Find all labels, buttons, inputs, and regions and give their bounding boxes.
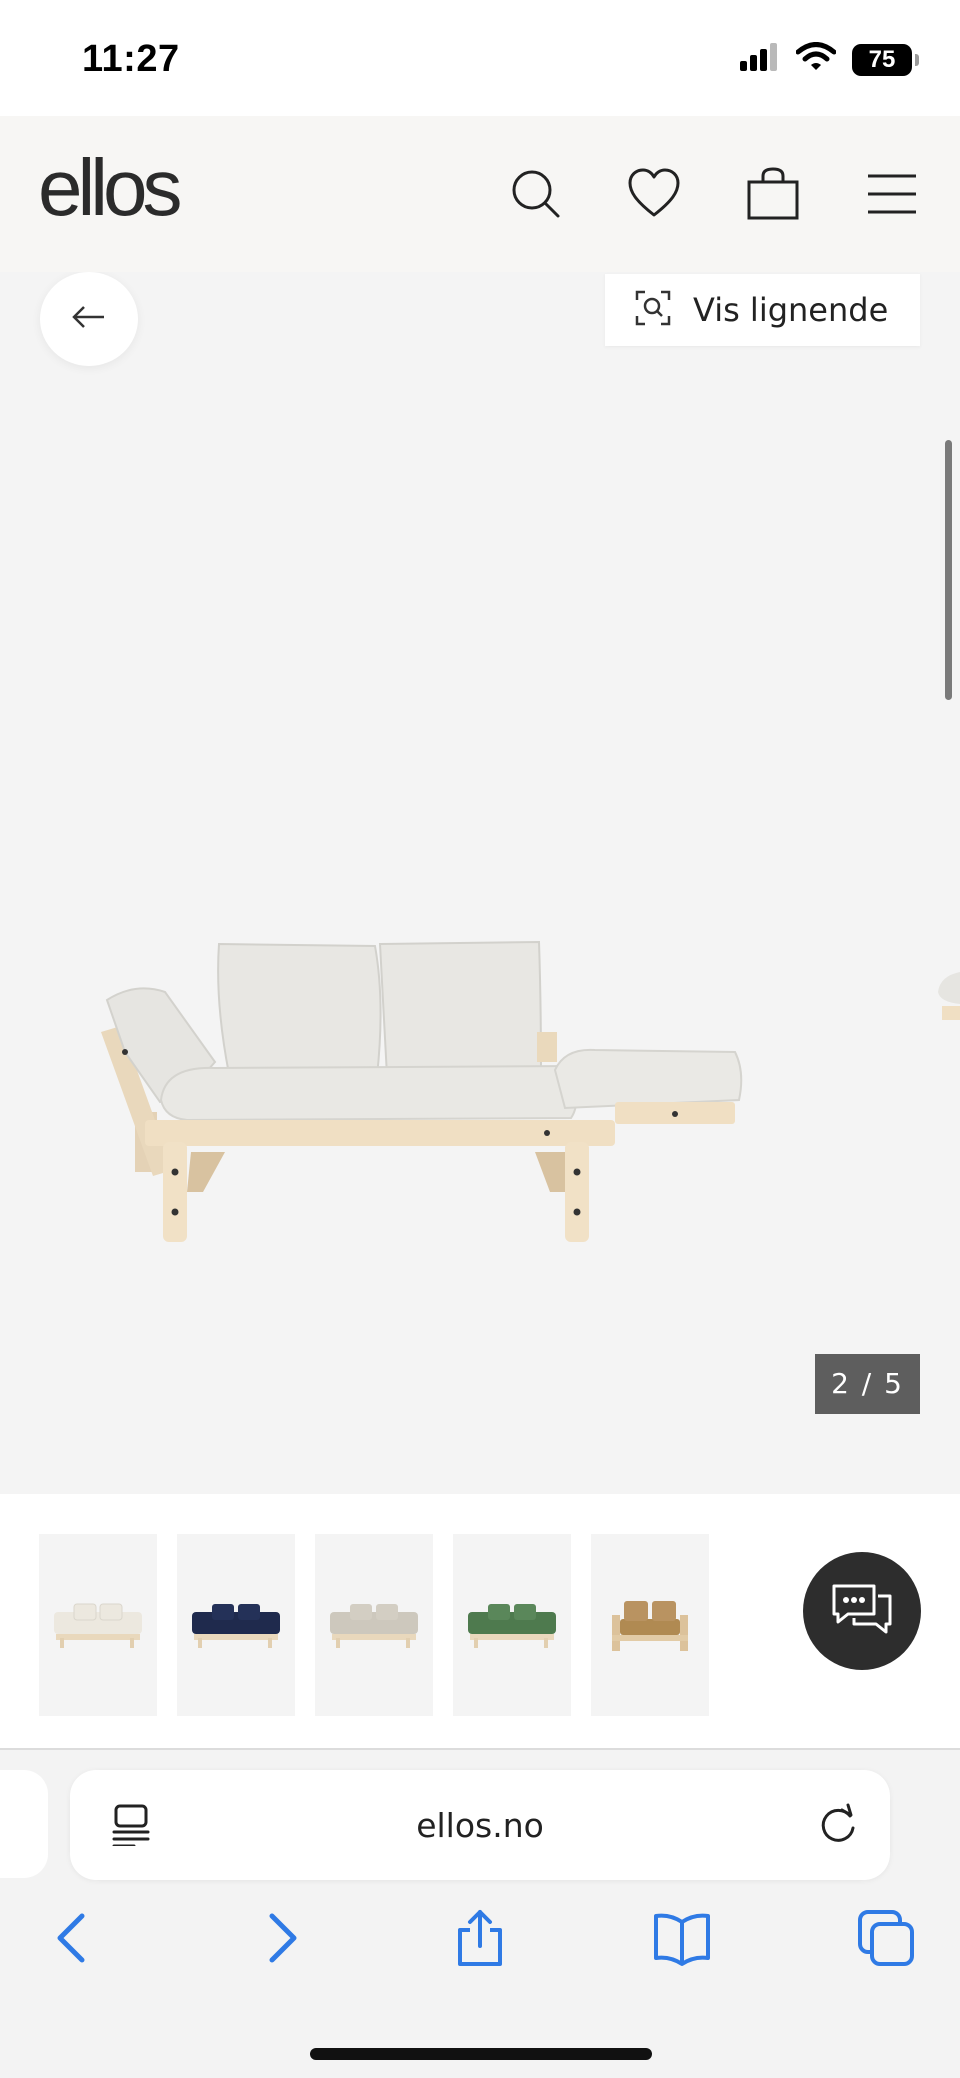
- page-scrollbar[interactable]: [945, 440, 952, 700]
- battery-icon: 75: [852, 43, 919, 76]
- reload-icon[interactable]: [816, 1802, 860, 1851]
- visual-search-icon: [635, 290, 671, 331]
- chat-button[interactable]: [803, 1552, 921, 1670]
- thumbnail-green[interactable]: [453, 1534, 571, 1716]
- status-bar: 11:27 75: [0, 0, 960, 116]
- bookmarks-icon[interactable]: [652, 1908, 712, 1968]
- wifi-icon: [795, 42, 837, 77]
- shopping-bag-icon[interactable]: [745, 166, 801, 222]
- back-arrow-icon: [72, 305, 106, 334]
- ellos-logo[interactable]: ellos: [38, 148, 183, 228]
- show-similar-button[interactable]: Vis lignende: [605, 274, 920, 346]
- share-icon[interactable]: [450, 1908, 510, 1968]
- search-icon[interactable]: [508, 166, 564, 222]
- product-gallery[interactable]: Vis lignende 2 / 5: [0, 272, 960, 1494]
- heart-icon[interactable]: [626, 166, 682, 222]
- product-image-daybed: [95, 852, 755, 1417]
- address-bar[interactable]: ellos.no: [70, 1770, 890, 1880]
- menu-icon[interactable]: [864, 166, 920, 222]
- url-text: ellos.no: [416, 1806, 544, 1845]
- browser-toolbar: ellos.no: [0, 1750, 960, 2078]
- thumbnail-natural[interactable]: [39, 1534, 157, 1716]
- status-icons: 75: [740, 42, 919, 77]
- next-product-image-peek: [936, 972, 960, 1037]
- site-header: ellos: [0, 116, 960, 272]
- color-thumbnails: [0, 1494, 960, 1748]
- cellular-signal-icon: [740, 43, 780, 76]
- home-indicator: [310, 2048, 652, 2060]
- thumbnail-beige[interactable]: [315, 1534, 433, 1716]
- forward-icon[interactable]: [250, 1908, 310, 1968]
- tabs-icon[interactable]: [856, 1908, 916, 1968]
- thumbnail-navy[interactable]: [177, 1534, 295, 1716]
- show-similar-label: Vis lignende: [693, 291, 889, 329]
- back-button[interactable]: [40, 272, 138, 366]
- back-icon[interactable]: [44, 1908, 104, 1968]
- thumbnail-mustard[interactable]: [591, 1534, 709, 1716]
- previous-tab-preview[interactable]: [0, 1770, 48, 1878]
- image-counter: 2 / 5: [815, 1354, 920, 1414]
- status-time: 11:27: [82, 38, 180, 80]
- chat-bubbles-icon: [830, 1582, 894, 1641]
